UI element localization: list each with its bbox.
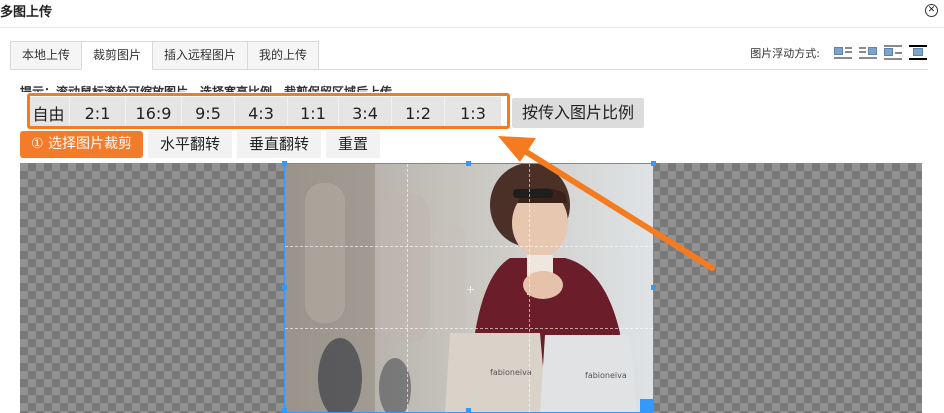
crop-center-mark: [467, 286, 474, 293]
crop-handle-bottom-left[interactable]: [282, 408, 287, 413]
crop-handle-left[interactable]: [282, 285, 287, 290]
crop-handle-top-left[interactable]: [282, 161, 287, 166]
ratio-3-4-button[interactable]: 3:4: [339, 97, 392, 129]
crop-handle-top[interactable]: [466, 161, 471, 166]
original-ratio-button[interactable]: 按传入图片比例: [512, 98, 645, 128]
tab-bar: 本地上传 裁剪图片 插入远程图片 我的上传: [10, 41, 320, 70]
tab-my-uploads[interactable]: 我的上传: [247, 41, 320, 70]
crop-handle-right[interactable]: [651, 285, 656, 290]
crop-handle-bottom-right[interactable]: [640, 399, 654, 413]
select-crop-button[interactable]: ① 选择图片裁剪: [20, 131, 144, 158]
ratio-16-9-button[interactable]: 16:9: [126, 97, 182, 129]
image-float-mode: 图片浮动方式:: [750, 44, 928, 62]
ratio-1-2-button[interactable]: 1:2: [392, 97, 445, 129]
reset-button[interactable]: 重置: [326, 131, 381, 158]
ratio-free-button[interactable]: 自由: [28, 97, 70, 129]
crop-guide-line: [529, 164, 530, 412]
crop-guide-line: [407, 164, 408, 412]
aspect-ratio-bar: 自由 2:1 16:9 9:5 4:3 1:1 3:4 1:2 1:3: [28, 97, 501, 129]
float-center-icon[interactable]: [908, 44, 928, 62]
float-mode-label: 图片浮动方式:: [750, 47, 820, 60]
flip-horizontal-button[interactable]: 水平翻转: [148, 131, 233, 158]
crop-handle-bottom[interactable]: [466, 408, 471, 413]
ratio-2-1-button[interactable]: 2:1: [70, 97, 126, 129]
crop-tip-text: 提示：滚动鼠标滚轮可缩放图片，选择宽高比例，裁剪保留区域后上传: [20, 85, 393, 92]
float-none-icon[interactable]: [883, 44, 903, 62]
crop-guide-line: [285, 328, 653, 329]
crop-handle-top-right[interactable]: [651, 161, 656, 166]
ratio-1-3-button[interactable]: 1:3: [445, 97, 501, 129]
title-divider: [0, 27, 944, 28]
ratio-9-5-button[interactable]: 9:5: [182, 97, 235, 129]
float-right-icon[interactable]: [858, 44, 878, 62]
close-icon[interactable]: ✕: [925, 4, 938, 17]
float-left-icon[interactable]: [833, 44, 853, 62]
crop-guide-line: [285, 246, 653, 247]
crop-selection-frame[interactable]: [282, 161, 656, 413]
flip-vertical-button[interactable]: 垂直翻转: [237, 131, 322, 158]
ratio-4-3-button[interactable]: 4:3: [235, 97, 288, 129]
multi-image-upload-dialog: 多图上传 ✕ 本地上传 裁剪图片 插入远程图片 我的上传 图片浮动方式: 提示：…: [0, 0, 944, 413]
tab-insert-remote-image[interactable]: 插入远程图片: [152, 41, 249, 70]
tab-crop-image[interactable]: 裁剪图片: [81, 41, 154, 70]
ratio-1-1-button[interactable]: 1:1: [288, 97, 339, 129]
crop-actions: ① 选择图片裁剪 水平翻转 垂直翻转 重置: [20, 131, 385, 159]
crop-canvas[interactable]: fabioneiva fabioneiva: [20, 161, 922, 413]
dialog-title: 多图上传: [0, 5, 53, 20]
tab-local-upload[interactable]: 本地上传: [10, 41, 83, 70]
